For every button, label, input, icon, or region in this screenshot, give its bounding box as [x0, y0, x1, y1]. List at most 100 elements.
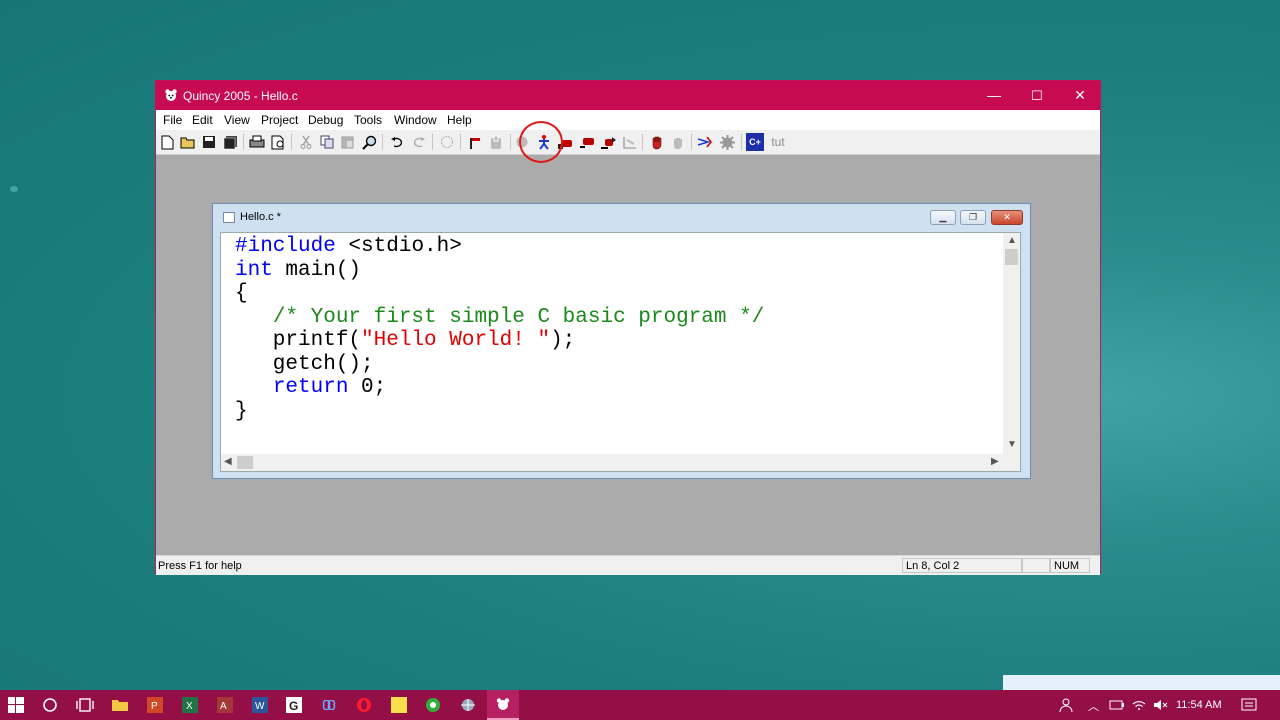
scroll-right-arrow-icon[interactable]: ▶ — [991, 456, 999, 467]
child-restore-button[interactable]: ❐ — [960, 210, 986, 225]
excel-icon[interactable]: X — [181, 696, 199, 714]
infinity-app-icon[interactable] — [320, 696, 338, 714]
quincy-taskbar-icon[interactable] — [487, 690, 519, 720]
cut-icon[interactable] — [297, 133, 315, 151]
new-file-icon[interactable] — [158, 133, 176, 151]
paste-icon[interactable] — [339, 133, 357, 151]
menu-edit[interactable]: Edit — [192, 113, 213, 127]
menu-project[interactable]: Project — [261, 113, 298, 127]
taskbar-clock[interactable]: 11:54 AM — [1176, 699, 1222, 711]
svg-text:A: A — [220, 701, 227, 712]
close-button[interactable]: ✕ — [1058, 81, 1102, 110]
task-view-icon[interactable] — [76, 696, 94, 714]
quincy-window: Quincy 2005 - Hello.c — ☐ ✕ File Edit Vi… — [155, 80, 1101, 575]
highlight-circle-annotation — [519, 121, 563, 163]
code-text[interactable]: #include <stdio.h> int main() { /* Your … — [235, 235, 764, 423]
wifi-icon[interactable] — [1130, 696, 1148, 714]
cpp-reference-icon[interactable]: C+ — [746, 133, 764, 151]
action-center-icon[interactable] — [1240, 696, 1258, 714]
menu-window[interactable]: Window — [394, 113, 437, 127]
step-into-icon[interactable] — [599, 133, 617, 151]
find-icon[interactable] — [360, 133, 378, 151]
file-explorer-icon[interactable] — [111, 696, 129, 714]
step-out-icon[interactable] — [620, 133, 638, 151]
child-window-title: Hello.c * — [240, 211, 281, 223]
maximize-button[interactable]: ☐ — [1015, 81, 1059, 110]
cursor-position: Ln 8, Col 2 — [902, 558, 1022, 573]
clear-breakpoints-icon[interactable] — [669, 133, 687, 151]
stop-icon[interactable] — [487, 133, 505, 151]
build-icon[interactable] — [438, 133, 456, 151]
scroll-left-arrow-icon[interactable]: ◀ — [224, 456, 232, 467]
open-folder-icon[interactable] — [179, 133, 197, 151]
word-icon[interactable]: W — [251, 696, 269, 714]
print-icon[interactable] — [248, 133, 266, 151]
vertical-scroll-thumb[interactable] — [1005, 249, 1018, 265]
horizontal-scrollbar[interactable]: ◀ ▶ — [221, 454, 1020, 471]
step-over-icon[interactable] — [578, 133, 596, 151]
sticky-notes-icon[interactable] — [390, 696, 408, 714]
code-token: printf( — [235, 329, 362, 352]
save-all-icon[interactable] — [221, 133, 239, 151]
menu-bar: File Edit View Project Debug Tools Windo… — [156, 110, 1100, 130]
watch-icon[interactable] — [696, 133, 714, 151]
save-icon[interactable] — [200, 133, 218, 151]
toolbar: C+ tut — [156, 130, 1100, 155]
volume-muted-icon[interactable] — [1152, 696, 1170, 714]
code-comment: /* Your first simple C basic program */ — [272, 305, 765, 329]
status-help-text: Press F1 for help — [158, 560, 242, 572]
breakpoint-hand-icon[interactable] — [648, 133, 666, 151]
code-string: "Hello World! " — [361, 329, 551, 352]
people-icon[interactable] — [1058, 696, 1076, 714]
taskbar: P X A W G ︿ 11:54 AM — [0, 690, 1280, 720]
redo-icon[interactable] — [409, 133, 427, 151]
menu-help[interactable]: Help — [447, 113, 472, 127]
compile-icon[interactable] — [466, 133, 484, 151]
menu-tools[interactable]: Tools — [354, 113, 382, 127]
undo-icon[interactable] — [388, 133, 406, 151]
battery-icon[interactable] — [1108, 696, 1126, 714]
powerpoint-icon[interactable]: P — [146, 696, 164, 714]
opera-icon[interactable] — [355, 696, 373, 714]
quincy-app-icon — [165, 89, 177, 101]
document-icon — [223, 212, 235, 223]
notification-strip — [1003, 675, 1280, 690]
code-token: { — [235, 282, 248, 305]
menu-view[interactable]: View — [224, 113, 250, 127]
green-app-icon[interactable] — [424, 696, 442, 714]
svg-text:P: P — [151, 701, 158, 712]
tutorial-button[interactable]: tut — [767, 133, 789, 151]
network-app-icon[interactable] — [459, 696, 477, 714]
copy-icon[interactable] — [318, 133, 336, 151]
menu-debug[interactable]: Debug — [308, 113, 343, 127]
menu-file[interactable]: File — [163, 113, 182, 127]
show-hidden-icons-chevron-icon[interactable]: ︿ — [1088, 698, 1099, 714]
toolbar-separator — [291, 134, 292, 150]
scroll-up-arrow-icon[interactable]: ▲ — [1007, 235, 1017, 246]
window-title: Quincy 2005 - Hello.c — [183, 89, 298, 103]
desktop-speck — [10, 186, 18, 192]
code-editor[interactable]: #include <stdio.h> int main() { /* Your … — [220, 232, 1021, 472]
access-icon[interactable]: A — [216, 696, 234, 714]
child-close-button[interactable]: ✕ — [991, 210, 1023, 225]
gear-icon[interactable] — [718, 133, 736, 151]
vertical-scrollbar[interactable]: ▲ ▼ — [1003, 233, 1020, 455]
svg-text:W: W — [255, 701, 265, 712]
code-token: <stdio.h> — [335, 235, 462, 258]
grammarly-icon[interactable]: G — [285, 696, 303, 714]
child-minimize-button[interactable]: ▁ — [930, 210, 956, 225]
code-token: int — [235, 258, 273, 282]
scroll-down-arrow-icon[interactable]: ▼ — [1007, 439, 1017, 450]
print-preview-icon[interactable] — [269, 133, 287, 151]
horizontal-scroll-thumb[interactable] — [237, 456, 253, 469]
toolbar-separator — [510, 134, 511, 150]
title-bar[interactable]: Quincy 2005 - Hello.c — ☐ ✕ — [156, 81, 1100, 110]
code-token: getch(); — [235, 352, 374, 376]
minimize-button[interactable]: — — [972, 81, 1016, 110]
cortana-search-icon[interactable] — [41, 696, 59, 714]
start-windows-icon[interactable] — [7, 696, 25, 714]
svg-text:X: X — [186, 701, 193, 712]
svg-text:G: G — [289, 699, 298, 713]
